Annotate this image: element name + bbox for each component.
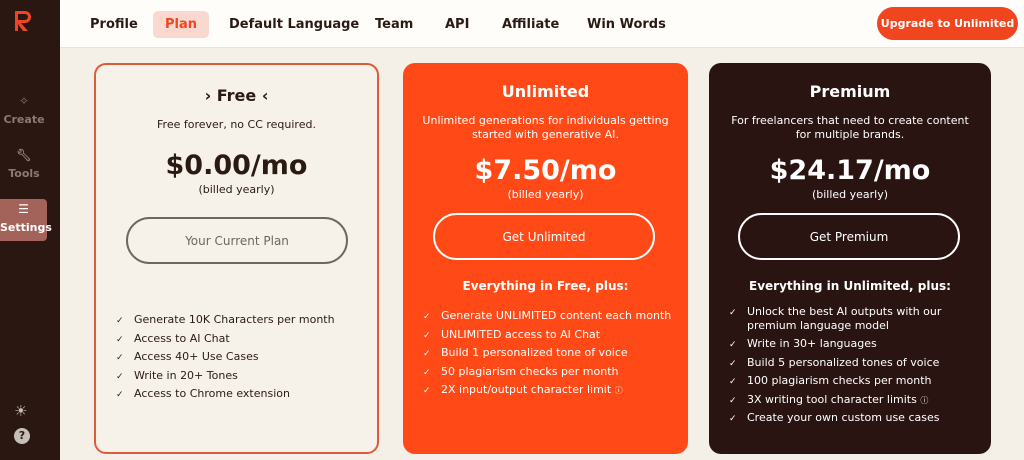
list-item: ✓ 50 plagiarism checks per month <box>423 363 671 382</box>
check-icon: ✓ <box>116 371 124 382</box>
tab-profile[interactable]: Profile <box>78 11 150 38</box>
plan-name: Premium <box>809 82 891 101</box>
list-item: ✓ Build 5 personalized tones of voice <box>729 354 959 373</box>
plan-card-unlimited: Unlimited Unlimited generations for indi… <box>403 63 688 454</box>
plan-price: $24.17/mo <box>769 155 931 186</box>
billing-note: (billed yearly) <box>507 188 584 201</box>
plan-name: Unlimited <box>501 82 590 101</box>
get-premium-button[interactable]: Get Premium <box>738 213 960 260</box>
sidebar: ✧ Create 🔧︎ Tools ☰ Settings ☀ ? <box>0 0 60 460</box>
wrench-icon: 🔧︎ <box>16 148 32 162</box>
list-item: ✓ Generate 10K Characters per month <box>116 311 335 330</box>
list-item: ✓ Write in 20+ Tones <box>116 367 335 386</box>
check-icon: ✓ <box>729 308 737 318</box>
get-unlimited-button[interactable]: Get Unlimited <box>433 213 655 260</box>
check-icon: ✓ <box>116 353 124 363</box>
plan-price: $0.00/mo <box>165 150 308 181</box>
feature-list: ✓ Generate 10K Characters per month ✓ Acce… <box>116 311 335 404</box>
plan-card-premium: Premium For freelancers that need to cre… <box>709 63 991 454</box>
list-item: ✓ Unlock the best AI outputs with our pre… <box>729 305 942 332</box>
list-item: ✓ Access to AI Chat <box>116 330 335 349</box>
upgrade-button[interactable]: Upgrade to Unlimited <box>877 7 1018 40</box>
sidebar-item-label: Tools <box>8 167 40 180</box>
plan-name: › Free ‹ <box>204 86 269 105</box>
list-item: ✓ 3X writing tool character limits ⓘ <box>729 391 959 410</box>
billing-note: (billed yearly) <box>198 183 275 196</box>
check-icon: ✓ <box>116 390 124 400</box>
check-icon: ✓ <box>729 358 737 369</box>
check-icon: ✓ <box>729 377 737 387</box>
tab-win-words[interactable]: Win Words <box>575 11 678 38</box>
check-icon: ✓ <box>423 330 431 341</box>
check-icon: ✓ <box>729 414 737 424</box>
help-icon[interactable]: ? <box>14 428 30 444</box>
check-icon: ✓ <box>729 395 737 406</box>
list-item: ✓ 100 plagiarism checks per month <box>729 372 959 391</box>
check-icon: ✓ <box>116 334 124 345</box>
plan-description: Free forever, no CC required. <box>157 118 316 131</box>
plan-price: $7.50/mo <box>474 155 617 186</box>
tab-plan[interactable]: Plan <box>153 11 210 38</box>
check-icon: ✓ <box>729 340 737 350</box>
sidebar-item-label: Settings <box>0 221 52 234</box>
tab-default-language[interactable]: Default Language <box>217 11 371 38</box>
current-plan-button[interactable]: Your Current Plan <box>126 217 348 264</box>
tab-team[interactable]: Team <box>363 11 425 38</box>
info-icon[interactable]: ⓘ <box>920 396 928 405</box>
sparkle-icon: ✧ <box>18 94 30 108</box>
plan-card-free: › Free ‹ Free forever, no CC required. $… <box>94 63 379 454</box>
list-item: ✓ UNLIMITED access to AI Chat <box>423 326 671 345</box>
sidebar-item-tools[interactable]: 🔧︎ Tools <box>0 148 48 180</box>
plan-description: Unlimited generations for individuals ge… <box>422 114 669 141</box>
check-icon: ✓ <box>423 386 431 396</box>
check-icon: ✓ <box>423 312 431 322</box>
feature-list: ✓ Unlock the best AI outputs with our pre… <box>729 305 959 428</box>
sidebar-item-settings[interactable]: ☰ Settings <box>0 199 52 241</box>
feature-list: ✓ Generate UNLIMITED content each month ✓… <box>423 307 671 400</box>
sliders-icon: ☰ <box>18 202 29 216</box>
logo-icon[interactable] <box>13 10 33 32</box>
list-item: ✓ Generate UNLIMITED content each month <box>423 307 671 326</box>
tab-api[interactable]: API <box>433 11 481 38</box>
sidebar-item-create[interactable]: ✧ Create <box>0 94 48 126</box>
settings-tab-bar: Profile Plan Default Language Team API A… <box>60 0 1024 48</box>
list-item: ✓ Access to Chrome extension <box>116 385 335 404</box>
billing-note: (billed yearly) <box>811 188 889 201</box>
list-item: ✓ Write in 30+ languages <box>729 335 959 354</box>
check-icon: ✓ <box>423 349 431 359</box>
theme-toggle-icon[interactable]: ☀ <box>14 402 27 420</box>
check-icon: ✓ <box>116 316 124 326</box>
list-item: ✓ Create your own custom use cases <box>729 409 959 428</box>
tab-affiliate[interactable]: Affiliate <box>490 11 571 38</box>
features-heading: Everything in Free, plus: <box>462 279 629 293</box>
sidebar-item-label: Create <box>3 113 45 126</box>
list-item: ✓ 2X input/output character limit ⓘ <box>423 381 671 400</box>
plan-description: For freelancers that need to create cont… <box>731 114 969 141</box>
list-item: ✓ Build 1 personalized tone of voice <box>423 344 671 363</box>
list-item: ✓ Access 40+ Use Cases <box>116 348 335 367</box>
check-icon: ✓ <box>423 367 431 378</box>
info-icon[interactable]: ⓘ <box>615 386 623 395</box>
features-heading: Everything in Unlimited, plus: <box>749 279 951 293</box>
